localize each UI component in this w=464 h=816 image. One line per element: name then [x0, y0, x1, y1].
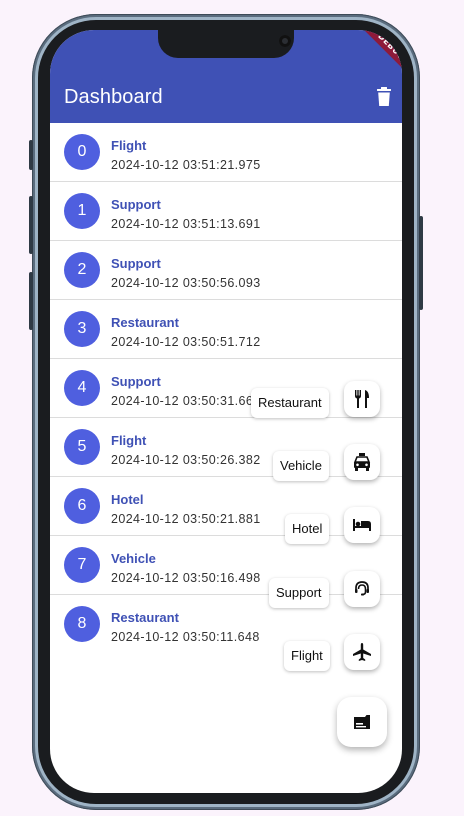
index-avatar: 2: [64, 252, 100, 288]
entry-timestamp: 2024-10-12 03:50:16.498: [111, 571, 261, 585]
entry-category: Support: [111, 374, 161, 389]
entry-timestamp: 2024-10-12 03:50:21.881: [111, 512, 261, 526]
speed-dial-toggle-button[interactable]: [337, 697, 387, 747]
entry-timestamp: 2024-10-12 03:50:26.382: [111, 453, 261, 467]
index-avatar: 7: [64, 547, 100, 583]
speed-dial-label-flight[interactable]: Flight: [284, 641, 330, 671]
index-avatar: 1: [64, 193, 100, 229]
speed-dial-restaurant-button[interactable]: [344, 381, 380, 417]
camera-notch: [158, 30, 294, 58]
list-item[interactable]: 3 Restaurant 2024-10-12 03:50:51.712: [50, 300, 402, 359]
speed-dial-label-vehicle[interactable]: Vehicle: [273, 451, 329, 481]
speed-dial-label-hotel[interactable]: Hotel: [285, 514, 330, 544]
speed-dial-hotel-button[interactable]: [344, 507, 380, 543]
entry-timestamp: 2024-10-12 03:51:13.691: [111, 217, 261, 231]
entry-timestamp: 2024-10-12 03:50:51.712: [111, 335, 261, 349]
local-taxi-icon: [353, 453, 371, 471]
page-title: Dashboard: [64, 86, 163, 108]
entry-timestamp: 2024-10-12 03:50:31.66: [111, 394, 254, 408]
side-button-power: [419, 216, 423, 310]
entry-category: Support: [111, 197, 161, 212]
hotel-bed-icon: [353, 519, 371, 531]
speed-dial-support-button[interactable]: [344, 571, 380, 607]
delete-icon[interactable]: [376, 87, 392, 107]
entry-category: Flight: [111, 433, 147, 448]
entry-category: Hotel: [111, 492, 144, 507]
list-item[interactable]: 1 Support 2024-10-12 03:51:13.691: [50, 182, 402, 241]
restaurant-icon: [355, 390, 369, 408]
support-agent-icon: [355, 581, 369, 596]
entry-timestamp: 2024-10-12 03:51:21.975: [111, 158, 261, 172]
entry-category: Restaurant: [111, 610, 179, 625]
side-button-volume-up: [29, 196, 33, 254]
side-button-mute: [29, 140, 33, 170]
entry-timestamp: 2024-10-12 03:50:56.093: [111, 276, 261, 290]
speed-dial-vehicle-button[interactable]: [344, 444, 380, 480]
entry-category: Support: [111, 256, 161, 271]
phone-screen: Dashboard DEBUG 0 Flight 2024-10-12 03:5…: [50, 30, 402, 793]
speed-dial-flight-button[interactable]: [344, 634, 380, 670]
entry-category: Restaurant: [111, 315, 179, 330]
speed-dial-label-support[interactable]: Support: [269, 578, 329, 608]
airplane-icon: [353, 643, 371, 661]
camera-icon: [279, 35, 291, 47]
entry-category: Vehicle: [111, 551, 156, 566]
speed-dial-label-restaurant[interactable]: Restaurant: [251, 388, 329, 418]
entry-category: Flight: [111, 138, 147, 153]
side-button-volume-down: [29, 272, 33, 330]
index-avatar: 6: [64, 488, 100, 524]
list-item[interactable]: 2 Support 2024-10-12 03:50:56.093: [50, 241, 402, 300]
index-avatar: 3: [64, 311, 100, 347]
receipt-card-icon: [354, 715, 370, 729]
entry-timestamp: 2024-10-12 03:50:11.648: [111, 630, 260, 644]
index-avatar: 4: [64, 370, 100, 406]
index-avatar: 0: [64, 134, 100, 170]
list-item[interactable]: 0 Flight 2024-10-12 03:51:21.975: [50, 123, 402, 182]
index-avatar: 5: [64, 429, 100, 465]
index-avatar: 8: [64, 606, 100, 642]
